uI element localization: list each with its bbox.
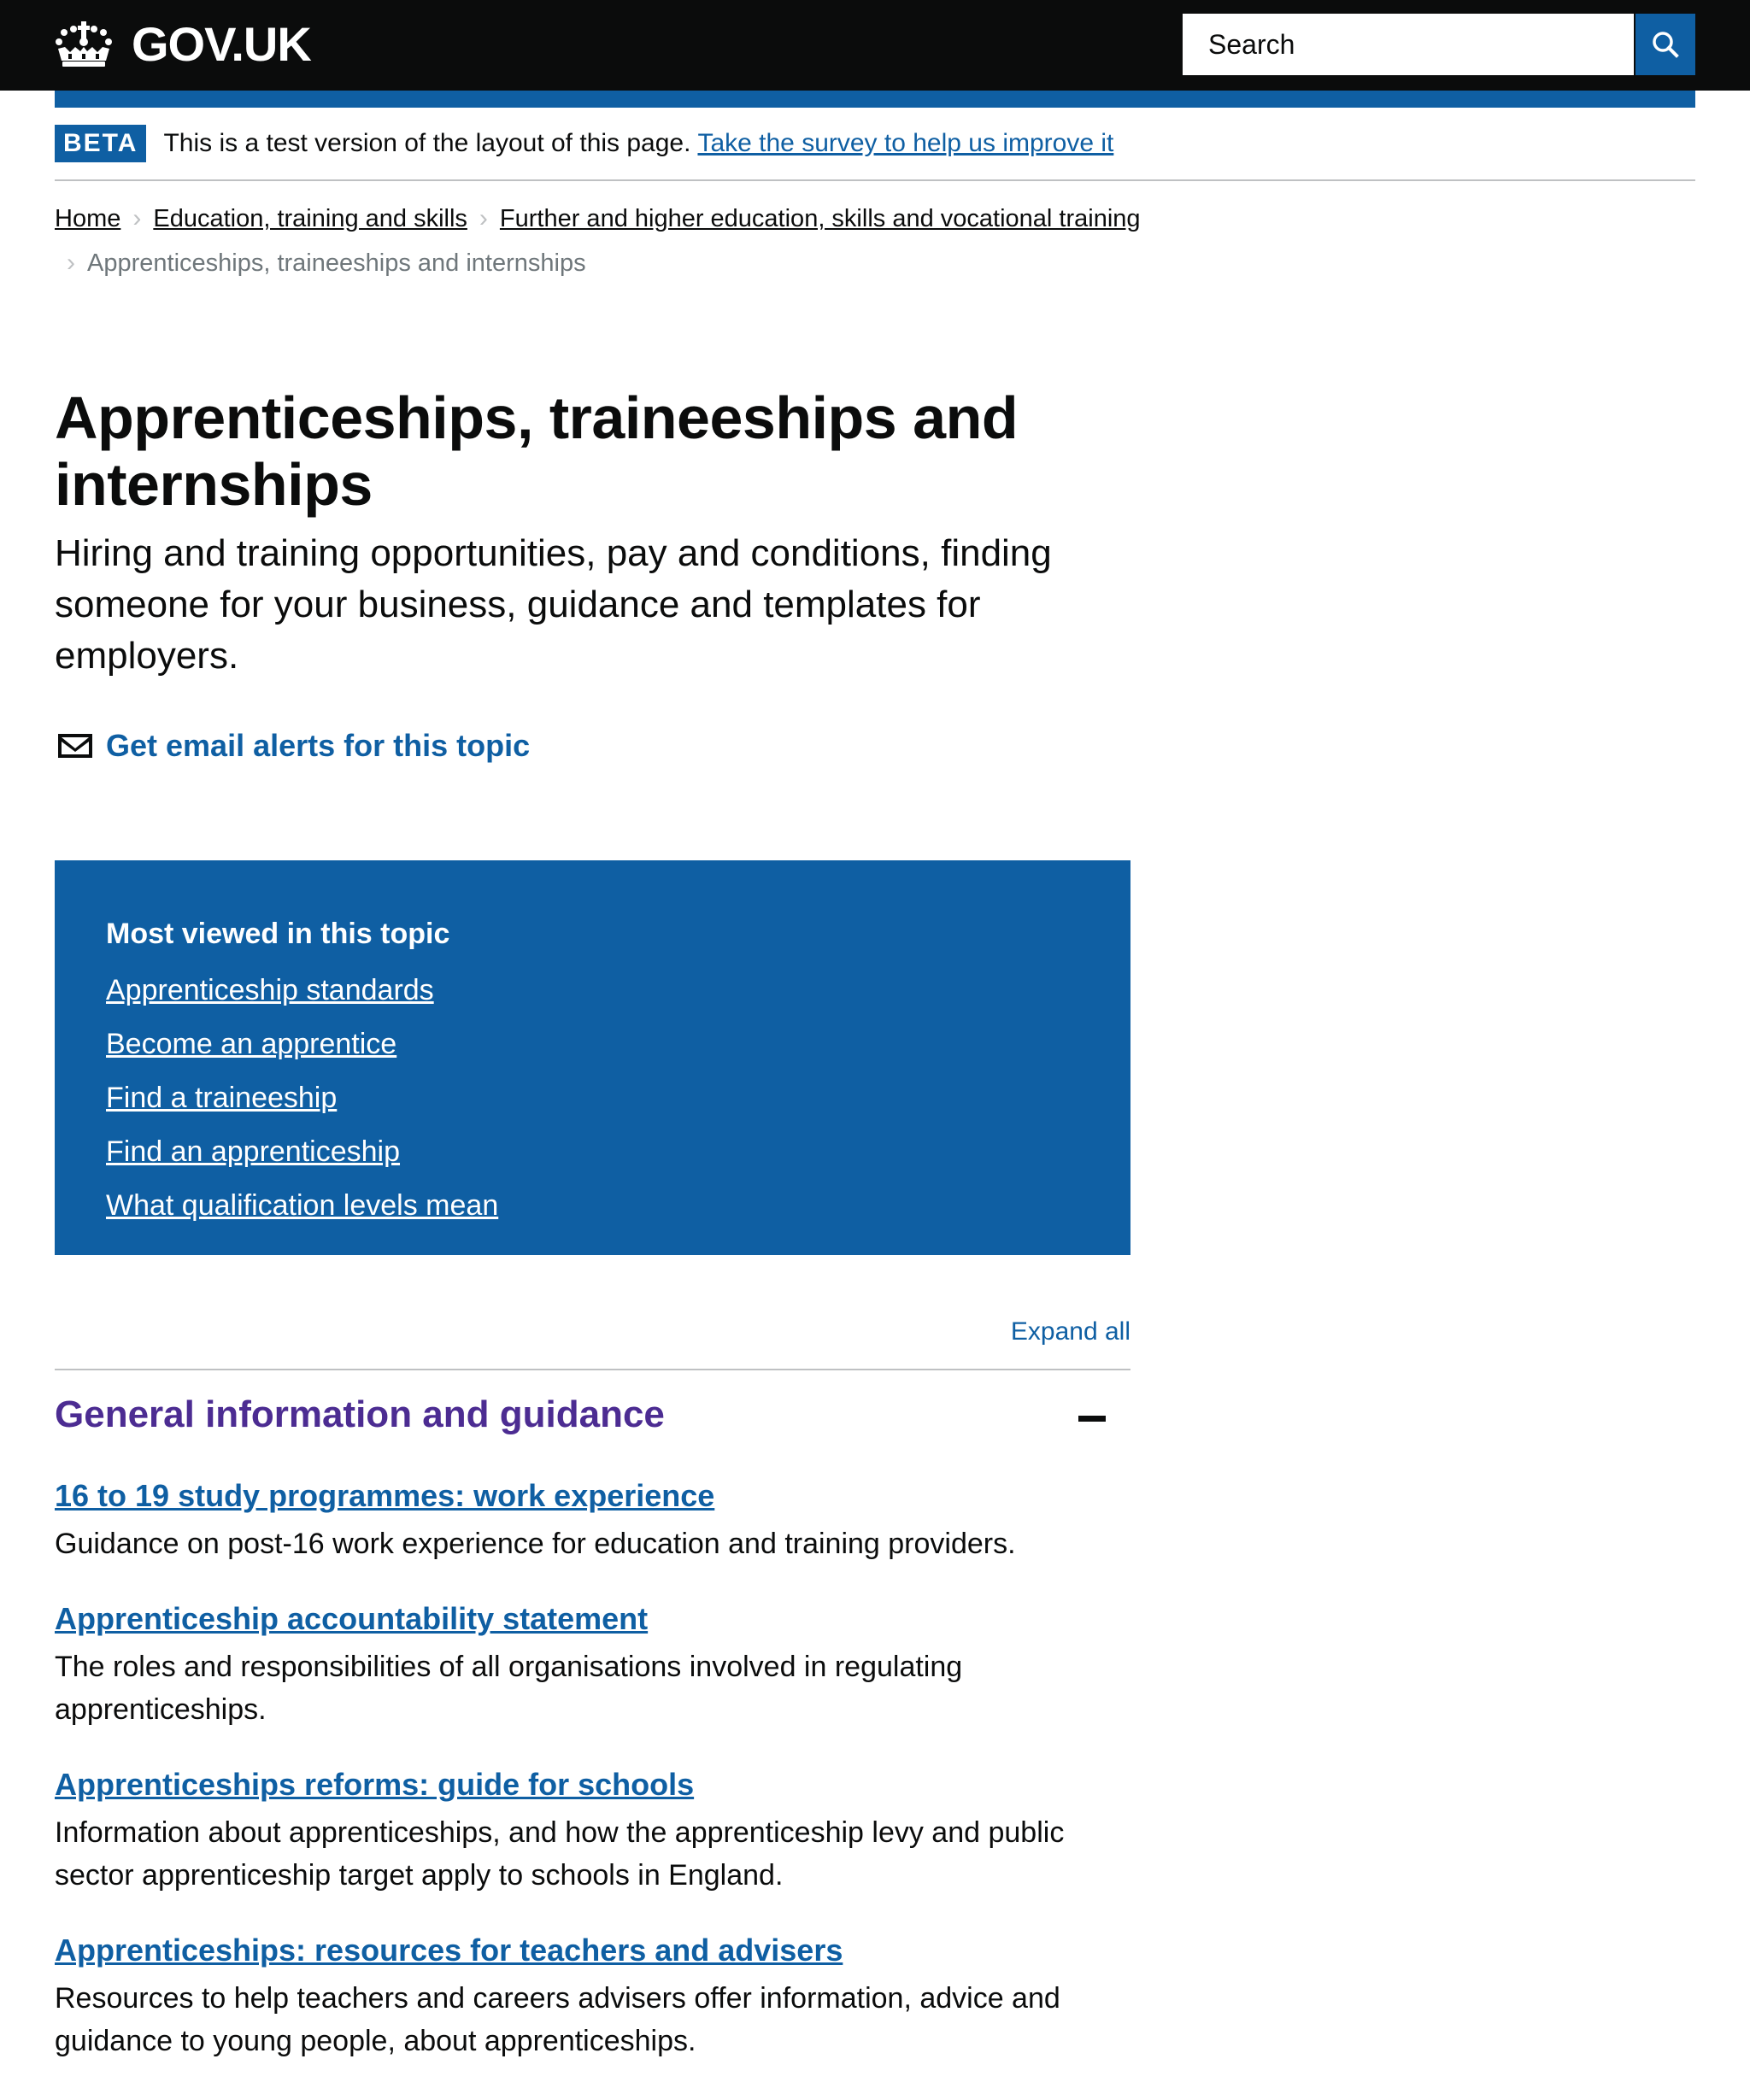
document-description: Guidance on post-16 work experience for … — [55, 1528, 1016, 1560]
list-item: Apprenticeship accountability statement … — [55, 1599, 1130, 1731]
list-item: Become an apprentice — [106, 1020, 1079, 1074]
govuk-logo-link[interactable]: GOV.UK — [55, 17, 312, 71]
page-description: Hiring and training opportunities, pay a… — [55, 532, 1052, 677]
list-item: What qualification levels mean — [106, 1182, 1079, 1235]
breadcrumb-current: Apprenticeships, traineeships and intern… — [87, 249, 586, 277]
survey-link[interactable]: Take the survey to help us improve it — [697, 129, 1113, 158]
envelope-icon — [58, 734, 92, 758]
email-alerts-link[interactable]: Get email alerts for this topic — [58, 728, 530, 764]
breadcrumb-further-education[interactable]: Further and higher education, skills and… — [500, 205, 1141, 232]
expand-all-button[interactable]: Expand all — [1011, 1317, 1130, 1346]
most-viewed-link[interactable]: Apprenticeship standards — [106, 974, 434, 1006]
most-viewed-box: Most viewed in this topic Apprenticeship… — [55, 860, 1130, 1255]
document-description: The roles and responsibilities of all or… — [55, 1651, 963, 1726]
most-viewed-link[interactable]: Find a traineeship — [106, 1082, 337, 1114]
document-link[interactable]: Apprenticeship accountability statement — [55, 1599, 648, 1639]
beta-divider — [55, 179, 1695, 181]
site-header: GOV.UK — [0, 0, 1750, 91]
accordion-section-title[interactable]: General information and guidance — [55, 1389, 665, 1440]
beta-text: This is a test version of the layout of … — [163, 129, 691, 157]
document-link[interactable]: Apprenticeships: resources for teachers … — [55, 1931, 843, 1970]
page-title: Apprenticeships, traineeships and intern… — [55, 384, 1019, 518]
beta-tag: BETA — [55, 125, 147, 162]
section-divider — [55, 1369, 1130, 1370]
most-viewed-list: Apprenticeship standards Become an appre… — [106, 966, 1079, 1235]
search-input[interactable] — [1183, 14, 1635, 75]
crown-icon — [56, 21, 112, 67]
document-link[interactable]: Apprenticeships reforms: guide for schoo… — [55, 1765, 694, 1804]
chevron-right-icon: › — [132, 204, 142, 232]
list-item: Find a traineeship — [106, 1074, 1079, 1128]
beta-banner: BETA This is a test version of the layou… — [55, 125, 1113, 162]
search-icon — [1653, 32, 1679, 58]
logo-text: GOV.UK — [132, 17, 312, 71]
most-viewed-title: Most viewed in this topic — [106, 918, 450, 950]
minus-icon — [1078, 1415, 1106, 1422]
breadcrumb-home[interactable]: Home — [55, 205, 120, 232]
chevron-right-icon: › — [479, 204, 488, 232]
document-list: 16 to 19 study programmes: work experien… — [55, 1476, 1130, 2097]
document-description: Information about apprenticeships, and h… — [55, 1816, 1065, 1892]
document-description: Resources to help teachers and careers a… — [55, 1982, 1060, 2057]
breadcrumb-current-row: › Apprenticeships, traineeships and inter… — [67, 241, 1251, 285]
header-accent-bar — [55, 91, 1695, 108]
list-item: Find an apprenticeship — [106, 1128, 1079, 1182]
list-item: Apprenticeships: resources for teachers … — [55, 1931, 1130, 2062]
email-alerts-label: Get email alerts for this topic — [106, 728, 531, 763]
breadcrumb: Home › Education, training and skills › Furt… — [55, 197, 1251, 285]
search-form — [1183, 14, 1695, 75]
document-link[interactable]: 16 to 19 study programmes: work experien… — [55, 1476, 714, 1516]
list-item: Apprenticeship standards — [106, 966, 1079, 1020]
list-item: 16 to 19 study programmes: work experien… — [55, 1476, 1130, 1565]
most-viewed-link[interactable]: Find an apprenticeship — [106, 1135, 400, 1168]
chevron-right-icon: › — [67, 249, 75, 277]
list-item: Apprenticeships reforms: guide for schoo… — [55, 1765, 1130, 1897]
breadcrumb-education[interactable]: Education, training and skills — [153, 205, 467, 232]
search-button[interactable] — [1635, 14, 1695, 75]
most-viewed-link[interactable]: Become an apprentice — [106, 1028, 396, 1060]
most-viewed-link[interactable]: What qualification levels mean — [106, 1189, 498, 1222]
collapse-section-button[interactable] — [1070, 1401, 1114, 1435]
